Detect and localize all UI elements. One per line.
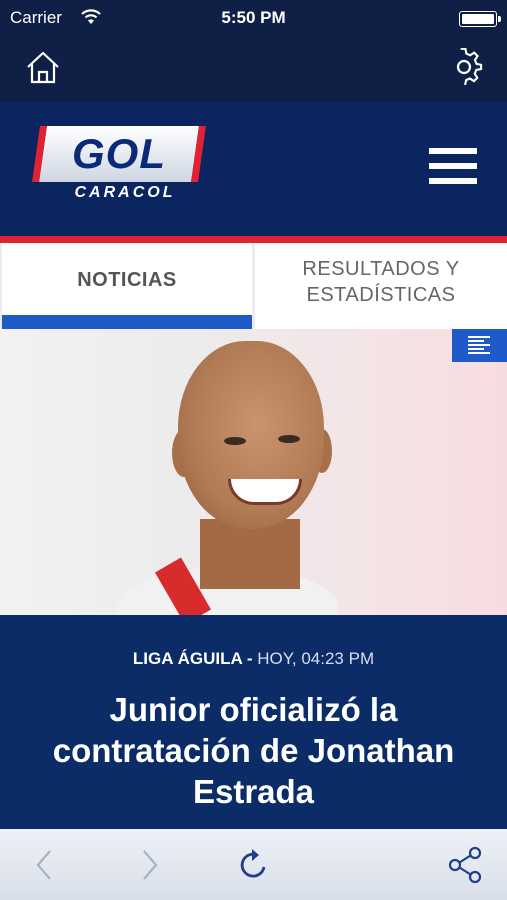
reload-icon[interactable]	[234, 845, 274, 885]
headline-line: Junior oficializó la	[109, 691, 398, 728]
clock: 5:50 PM	[221, 8, 286, 27]
hamburger-menu-icon[interactable]	[429, 148, 477, 184]
logo-gol-text: GOL	[72, 130, 166, 177]
menu-line	[429, 178, 477, 184]
list-icon	[468, 336, 490, 354]
chevron-right-icon[interactable]	[130, 845, 170, 885]
app-top-bar	[0, 36, 507, 102]
list-view-button[interactable]	[452, 329, 507, 362]
headline-line: Estrada	[192, 773, 315, 810]
tab-noticias-label: NOTICIAS	[77, 269, 177, 291]
brand-header: GOL CARACOL	[0, 102, 507, 236]
red-divider	[0, 236, 507, 243]
menu-line	[429, 163, 477, 169]
share-icon[interactable]	[446, 845, 486, 885]
section-tabs: NOTICIAS RESULTADOS Y ESTADÍSTICAS	[0, 243, 507, 329]
tab-resultados[interactable]: RESULTADOS Y ESTADÍSTICAS	[255, 243, 507, 329]
headline-line: contratación de Jonathan	[52, 732, 455, 769]
article-photo[interactable]	[0, 329, 507, 615]
tab-resultados-line2: ESTADÍSTICAS	[306, 284, 456, 306]
home-icon[interactable]	[24, 48, 62, 86]
article-caption[interactable]: LIGA ÁGUILA - HOY, 04:23 PM Junior ofici…	[0, 615, 507, 829]
photo-eye	[278, 435, 300, 443]
browser-toolbar	[0, 829, 507, 900]
gear-icon[interactable]	[445, 48, 483, 86]
logo-caracol-text: CARACOL	[74, 184, 176, 201]
article-league: LIGA ÁGUILA -	[132, 649, 253, 668]
tab-resultados-label: RESULTADOS Y ESTADÍSTICAS	[255, 256, 507, 308]
active-tab-indicator	[2, 315, 252, 329]
chevron-left-icon[interactable]	[24, 845, 64, 885]
menu-line	[429, 148, 477, 154]
photo-neck	[200, 519, 300, 589]
gol-caracol-logo[interactable]: GOL CARACOL	[30, 126, 208, 208]
battery-icon	[459, 11, 501, 27]
status-bar: Carrier 5:50 PM	[0, 0, 507, 36]
tab-resultados-line1: RESULTADOS Y	[302, 258, 460, 280]
article-meta: LIGA ÁGUILA - HOY, 04:23 PM	[0, 649, 507, 669]
photo-eye	[224, 437, 246, 445]
tab-noticias[interactable]: NOTICIAS	[2, 243, 252, 329]
article-date: HOY, 04:23 PM	[257, 649, 375, 668]
article-headline[interactable]: Junior oficializó la contratación de Jon…	[20, 689, 487, 812]
